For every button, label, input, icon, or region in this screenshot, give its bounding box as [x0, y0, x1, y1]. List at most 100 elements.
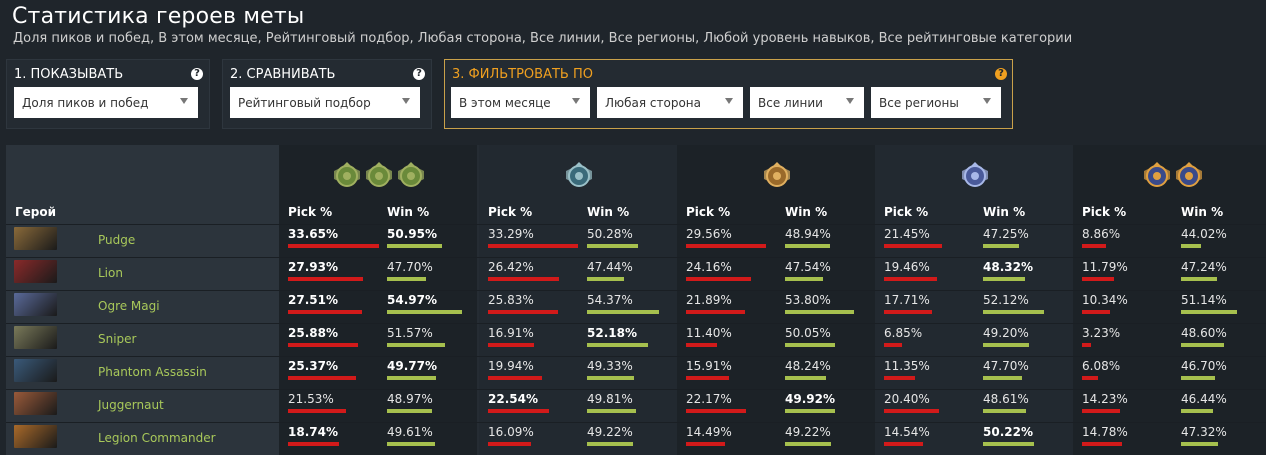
pick-rate-bar — [488, 343, 534, 347]
win-rate-value: 47.32% — [1181, 425, 1227, 439]
pick-rate-bar — [288, 310, 362, 314]
pick-column-header[interactable]: Pick % — [488, 205, 532, 219]
pick-rate-value: 25.37% — [288, 359, 338, 373]
filter-panel: 3. ФИЛЬТРОВАТЬ ПО ? В этом месяце Любая … — [444, 59, 1013, 129]
period-select[interactable]: В этом месяце — [451, 87, 590, 118]
pick-rate-bar — [884, 409, 939, 413]
show-select[interactable]: Доля пиков и побед — [14, 87, 198, 118]
side-select[interactable]: Любая сторона — [597, 87, 743, 118]
show-select-value: Доля пиков и побед — [22, 96, 149, 110]
pick-rate-value: 33.29% — [488, 227, 534, 241]
win-rate-bar — [785, 310, 854, 314]
table-row[interactable]: Ogre Magi 27.51% 54.97% 25.83% 54.37% 21.89% 5… — [6, 290, 1266, 323]
row-divider — [6, 422, 1266, 423]
win-rate-bar — [983, 343, 1029, 347]
win-column-header[interactable]: Win % — [1181, 205, 1223, 219]
pick-rate-value: 27.51% — [288, 293, 338, 307]
pick-rate-bar — [288, 244, 379, 248]
win-rate-bar — [1181, 409, 1213, 413]
win-column-header[interactable]: Win % — [587, 205, 629, 219]
hero-name-link[interactable]: Sniper — [98, 332, 137, 346]
win-rate-bar — [387, 244, 442, 248]
table-row[interactable]: Pudge 33.65% 50.95% 33.29% 50.28% 29.56% 48.94… — [6, 224, 1266, 257]
regions-select[interactable]: Все регионы — [871, 87, 1001, 118]
hero-name-link[interactable]: Lion — [98, 266, 123, 280]
hero-name-link[interactable]: Ogre Magi — [98, 299, 160, 313]
hero-portrait[interactable] — [14, 392, 57, 415]
help-icon[interactable]: ? — [191, 68, 203, 80]
lanes-select[interactable]: Все линии — [750, 87, 864, 118]
win-rate-value: 54.97% — [387, 293, 437, 307]
win-column-header[interactable]: Win % — [983, 205, 1025, 219]
pick-rate-value: 20.40% — [884, 392, 930, 406]
win-rate-value: 52.18% — [587, 326, 637, 340]
win-rate-value: 54.37% — [587, 293, 633, 307]
pick-rate-value: 24.16% — [686, 260, 732, 274]
pick-rate-bar — [288, 343, 358, 347]
table-row[interactable]: Sniper 25.88% 51.57% 16.91% 52.18% 11.40% 50.0… — [6, 323, 1266, 356]
hero-name-link[interactable]: Juggernaut — [98, 398, 164, 412]
hero-portrait[interactable] — [14, 326, 57, 349]
win-rate-value: 47.25% — [983, 227, 1029, 241]
pick-column-header[interactable]: Pick % — [686, 205, 730, 219]
win-rate-value: 47.24% — [1181, 260, 1227, 274]
side-select-value: Любая сторона — [605, 96, 701, 110]
pick-rate-value: 3.23% — [1082, 326, 1121, 340]
pick-column-header[interactable]: Pick % — [1082, 205, 1126, 219]
pick-rate-bar — [686, 244, 766, 248]
hero-name-link[interactable]: Legion Commander — [98, 431, 216, 445]
win-rate-value: 49.77% — [387, 359, 437, 373]
help-icon[interactable]: ? — [995, 68, 1007, 80]
pick-rate-bar — [884, 310, 932, 314]
win-rate-value: 51.57% — [387, 326, 433, 340]
pick-rate-bar — [488, 442, 531, 446]
pick-rate-bar — [686, 442, 725, 446]
win-rate-bar — [387, 409, 432, 413]
pick-rate-bar — [884, 244, 942, 248]
hero-portrait[interactable] — [14, 227, 57, 250]
win-rate-value: 46.70% — [1181, 359, 1227, 373]
pick-rate-value: 14.54% — [884, 425, 930, 439]
table-row[interactable]: Phantom Assassin 25.37% 49.77% 19.94% 49.33%… — [6, 356, 1266, 389]
pick-rate-value: 6.08% — [1082, 359, 1121, 373]
pick-rate-bar — [1082, 343, 1091, 347]
pick-rate-value: 15.91% — [686, 359, 732, 373]
period-select-value: В этом месяце — [459, 96, 551, 110]
win-rate-value: 48.32% — [983, 260, 1033, 274]
pick-rate-value: 26.42% — [488, 260, 534, 274]
table-row[interactable]: Lion 27.93% 47.70% 26.42% 47.44% 24.16% 47.54%… — [6, 257, 1266, 290]
pick-rate-value: 25.88% — [288, 326, 338, 340]
win-rate-bar — [587, 310, 659, 314]
win-rate-value: 49.20% — [983, 326, 1029, 340]
compare-select[interactable]: Рейтинговый подбор — [230, 87, 420, 118]
pick-rate-bar — [1082, 409, 1120, 413]
hero-name-link[interactable]: Phantom Assassin — [98, 365, 207, 379]
hero-column-header[interactable]: Герой — [15, 205, 56, 219]
pick-rate-value: 16.91% — [488, 326, 534, 340]
table-row[interactable]: Juggernaut 21.53% 48.97% 22.54% 49.81% 22.17%… — [6, 389, 1266, 422]
hero-name-link[interactable]: Pudge — [98, 233, 135, 247]
pick-rate-bar — [686, 310, 745, 314]
win-rate-bar — [1181, 442, 1218, 446]
hero-portrait[interactable] — [14, 260, 57, 283]
help-icon[interactable]: ? — [413, 68, 425, 80]
win-column-header[interactable]: Win % — [785, 205, 827, 219]
win-rate-bar — [785, 409, 835, 413]
table-row[interactable]: Legion Commander 18.74% 49.61% 16.09% 49.22%… — [6, 422, 1266, 455]
archon-medal-icon — [562, 161, 596, 196]
page-subtitle: Доля пиков и побед, В этом месяце, Рейти… — [13, 31, 1073, 46]
pick-rate-value: 21.45% — [884, 227, 930, 241]
win-rate-value: 49.33% — [587, 359, 633, 373]
win-rate-bar — [1181, 310, 1237, 314]
hero-portrait[interactable] — [14, 293, 57, 316]
pick-column-header[interactable]: Pick % — [884, 205, 928, 219]
hero-portrait[interactable] — [14, 425, 57, 448]
pick-rate-bar — [1082, 310, 1110, 314]
win-rate-bar — [387, 343, 445, 347]
pick-rate-bar — [288, 442, 339, 446]
win-column-header[interactable]: Win % — [387, 205, 429, 219]
pick-column-header[interactable]: Pick % — [288, 205, 332, 219]
hero-portrait[interactable] — [14, 359, 57, 382]
win-rate-value: 49.92% — [785, 392, 835, 406]
ancient-medal-icon — [958, 161, 992, 196]
